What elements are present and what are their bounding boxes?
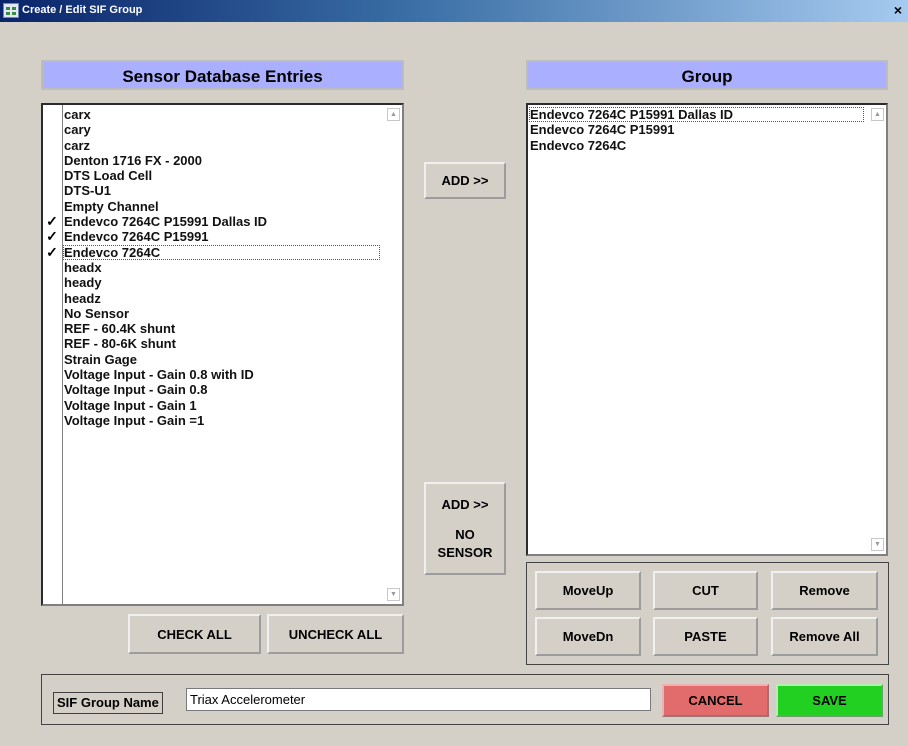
add-button[interactable]: ADD >> [424, 162, 506, 199]
group-actions-frame: MoveUp CUT Remove MoveDn PASTE Remove Al… [526, 562, 889, 665]
group-item-label: Endevco 7264C P15991 [530, 122, 675, 138]
group-panel-header: Group [526, 60, 888, 90]
sensor-item-label: Voltage Input - Gain 0.8 [64, 382, 208, 398]
sensor-list-item[interactable]: headz [63, 291, 380, 306]
sensor-item-label: Strain Gage [64, 351, 137, 367]
check-all-button[interactable]: CHECK ALL [128, 614, 261, 654]
add-no-sensor-line1: ADD >> [441, 496, 489, 512]
sensor-item-label: DTS Load Cell [64, 168, 153, 184]
sensor-item-label: headx [64, 259, 102, 275]
add-no-sensor-button[interactable]: ADD >> NO SENSOR [424, 482, 506, 575]
paste-button[interactable]: PASTE [653, 617, 758, 656]
sensor-item-label: REF - 80-6K shunt [64, 336, 176, 352]
group-name-label: SIF Group Name [53, 692, 163, 714]
sensor-list-item[interactable]: cary [63, 122, 380, 137]
sensor-list-item[interactable]: ✓ Endevco 7264C [46, 244, 380, 260]
sensor-list-item[interactable]: ✓ Endevco 7264C P15991 Dallas ID [46, 213, 380, 230]
group-list-item[interactable]: Endevco 7264C [529, 138, 864, 153]
sensor-item-label: Voltage Input - Gain =1 [64, 412, 205, 428]
sensor-item-label: Endevco 7264C [64, 244, 161, 260]
group-list-item[interactable]: Endevco 7264C P15991 Dallas ID [529, 107, 864, 123]
app-icon [3, 3, 19, 18]
sensor-item-label: Empty Channel [64, 198, 159, 214]
sensor-list-item[interactable]: Voltage Input - Gain 0.8 with ID [63, 367, 380, 382]
sensor-item-label: headz [64, 290, 101, 306]
window-title: Create / Edit SIF Group [22, 4, 143, 16]
sensor-list-item[interactable]: Empty Channel [63, 199, 380, 214]
sensor-item-label: Denton 1716 FX - 2000 [64, 152, 202, 168]
sensor-item-label: Endevco 7264C P15991 Dallas ID [64, 214, 268, 230]
title-bar: Create / Edit SIF Group × [0, 0, 908, 22]
sensor-panel-header: Sensor Database Entries [41, 60, 404, 90]
checkmark-icon[interactable]: ✓ [44, 229, 60, 245]
sensor-item-label: carz [64, 137, 91, 153]
sensor-item-label: heady [64, 275, 102, 291]
group-name-input[interactable] [186, 688, 651, 711]
sensor-list-item[interactable]: REF - 80-6K shunt [63, 336, 380, 351]
add-no-sensor-line3: SENSOR [437, 544, 493, 560]
scroll-up-button[interactable]: ▲ [387, 108, 400, 121]
checkmark-icon[interactable]: ✓ [44, 213, 60, 229]
sensor-list-item[interactable]: carz [63, 138, 380, 153]
save-button[interactable]: SAVE [776, 684, 883, 717]
sensor-list-item[interactable]: headx [63, 260, 380, 275]
sensor-item-label: No Sensor [64, 305, 130, 321]
move-down-button[interactable]: MoveDn [535, 617, 641, 656]
cancel-button[interactable]: CANCEL [662, 684, 769, 717]
sensor-item-label: Voltage Input - Gain 0.8 with ID [64, 367, 254, 383]
move-up-button[interactable]: MoveUp [535, 571, 641, 610]
sensor-list-item[interactable]: ✓ Endevco 7264C P15991 [46, 229, 380, 245]
sensor-list-item[interactable]: DTS-U1 [63, 183, 380, 198]
group-item-label: Endevco 7264C [530, 137, 627, 153]
sensor-list-item[interactable]: Denton 1716 FX - 2000 [63, 153, 380, 168]
sensor-item-label: carx [64, 107, 91, 122]
sensor-list-item[interactable]: Voltage Input - Gain 0.8 [63, 382, 380, 397]
sensor-list-item[interactable]: No Sensor [63, 306, 380, 321]
checkmark-icon[interactable]: ✓ [44, 244, 60, 260]
sensor-list-item[interactable]: Strain Gage [63, 352, 380, 367]
remove-button[interactable]: Remove [771, 571, 878, 610]
group-list-items: Endevco 7264C P15991 Dallas ID Endevco 72… [529, 107, 864, 153]
check-gutter [43, 105, 63, 604]
group-list-item[interactable]: Endevco 7264C P15991 [529, 122, 864, 137]
scroll-down-button[interactable]: ▼ [871, 538, 884, 551]
sensor-item-label: Endevco 7264C P15991 [64, 229, 209, 245]
sensor-list-item[interactable]: DTS Load Cell [63, 168, 380, 183]
sensor-list-item[interactable]: heady [63, 275, 380, 290]
scroll-up-button[interactable]: ▲ [871, 108, 884, 121]
sensor-list-item[interactable]: Voltage Input - Gain 1 [63, 398, 380, 413]
group-list[interactable]: Endevco 7264C P15991 Dallas ID Endevco 72… [526, 103, 888, 556]
cut-button[interactable]: CUT [653, 571, 758, 610]
uncheck-all-button[interactable]: UNCHECK ALL [267, 614, 404, 654]
remove-all-button[interactable]: Remove All [771, 617, 878, 656]
sensor-item-label: REF - 60.4K shunt [64, 321, 176, 337]
close-icon[interactable]: × [890, 2, 906, 18]
sensor-list-item[interactable]: Voltage Input - Gain =1 [63, 413, 380, 428]
group-item-label: Endevco 7264C P15991 Dallas ID [530, 107, 734, 122]
sensor-item-label: Voltage Input - Gain 1 [64, 397, 197, 413]
scroll-down-button[interactable]: ▼ [387, 588, 400, 601]
sensor-list-items: carx cary carz Denton 1716 FX - 2000 DTS Loa… [46, 107, 380, 428]
sensor-list-item[interactable]: carx [63, 107, 380, 122]
sensor-list-item[interactable]: REF - 60.4K shunt [63, 321, 380, 336]
add-no-sensor-line2: NO [455, 526, 475, 542]
sensor-item-label: DTS-U1 [64, 183, 111, 199]
sensor-item-label: cary [64, 122, 91, 138]
sensor-list[interactable]: carx cary carz Denton 1716 FX - 2000 DTS Loa… [41, 103, 404, 606]
